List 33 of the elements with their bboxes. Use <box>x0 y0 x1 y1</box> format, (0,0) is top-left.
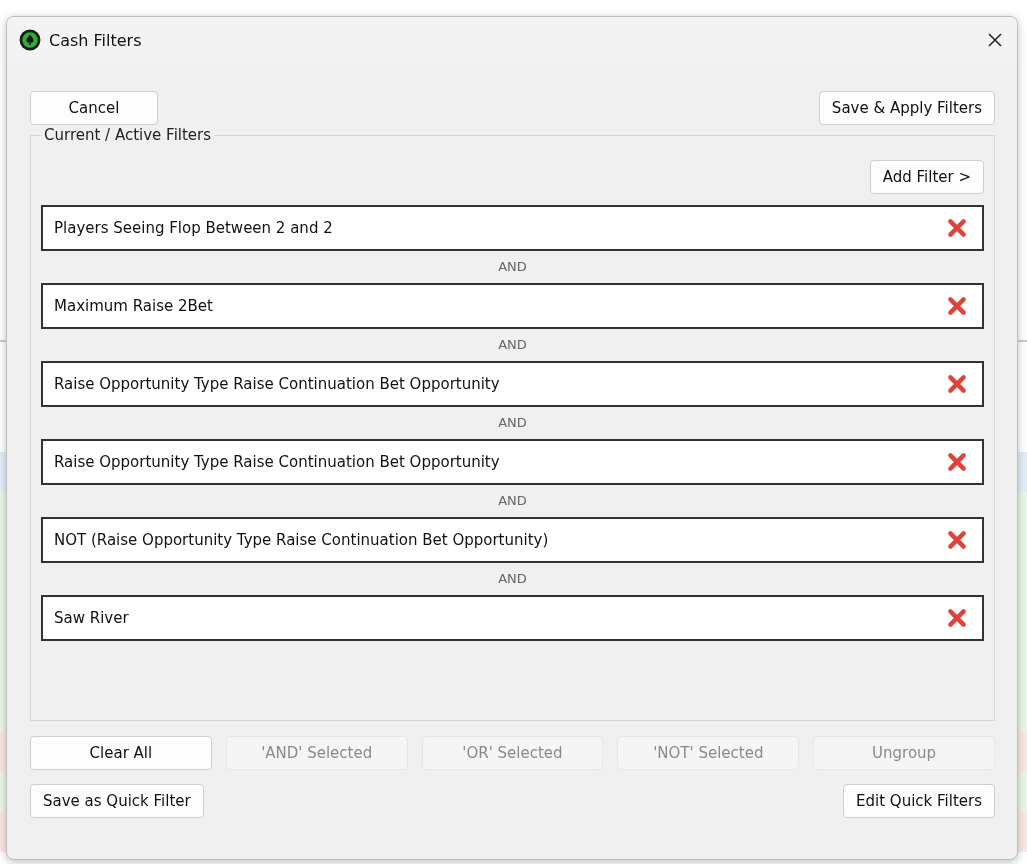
action-button[interactable]: Clear All <box>30 736 212 770</box>
remove-icon[interactable] <box>946 217 968 239</box>
filter-text: Maximum Raise 2Bet <box>54 297 214 315</box>
dialog-button[interactable]: Save & Apply Filters <box>818 91 995 125</box>
connector-label: AND <box>497 258 528 276</box>
filter-text: Raise Opportunity Type Raise Continuation Bet Opportunity <box>54 453 501 471</box>
filter-row[interactable]: Maximum Raise 2Bet <box>41 283 984 329</box>
filter-text: Raise Opportunity Type Raise Continuation Bet Opportunity <box>54 375 501 393</box>
add-filter-button[interactable]: Add Filter > <box>869 160 984 194</box>
filter-row[interactable]: Raise Opportunity Type Raise Continuation Bet Opportunity <box>41 361 984 407</box>
connector-label: AND <box>497 336 528 354</box>
remove-icon[interactable] <box>946 295 968 317</box>
dialog-button[interactable]: Cancel <box>30 91 158 125</box>
remove-icon[interactable] <box>946 607 968 629</box>
quick-filter-button[interactable]: Save as Quick Filter <box>30 784 204 818</box>
filter-row[interactable]: Saw River <box>41 595 984 641</box>
poker-chip-icon <box>19 29 41 51</box>
filter-text: NOT (Raise Opportunity Type Raise Continuation Bet Opportunity) <box>54 531 550 549</box>
remove-icon[interactable] <box>946 451 968 473</box>
filter-text: Players Seeing Flop Between 2 and 2 <box>54 219 334 237</box>
remove-icon[interactable] <box>946 529 968 551</box>
connector-label: AND <box>497 492 528 510</box>
connector-label: AND <box>497 414 528 432</box>
quick-filter-button[interactable]: Edit Quick Filters <box>843 784 995 818</box>
filter-row[interactable]: Players Seeing Flop Between 2 and 2 <box>41 205 984 251</box>
connector-label: AND <box>497 570 528 588</box>
remove-icon[interactable] <box>946 373 968 395</box>
window-title: Cash Filters <box>49 30 143 50</box>
filter-row[interactable]: Raise Opportunity Type Raise Continuation Bet Opportunity <box>41 439 984 485</box>
filter-row[interactable]: NOT (Raise Opportunity Type Raise Continuation Bet Opportunity) <box>41 517 984 563</box>
filter-text: Saw River <box>54 609 130 627</box>
close-icon[interactable] <box>987 32 1003 48</box>
group-title: Current / Active Filters <box>41 126 215 144</box>
